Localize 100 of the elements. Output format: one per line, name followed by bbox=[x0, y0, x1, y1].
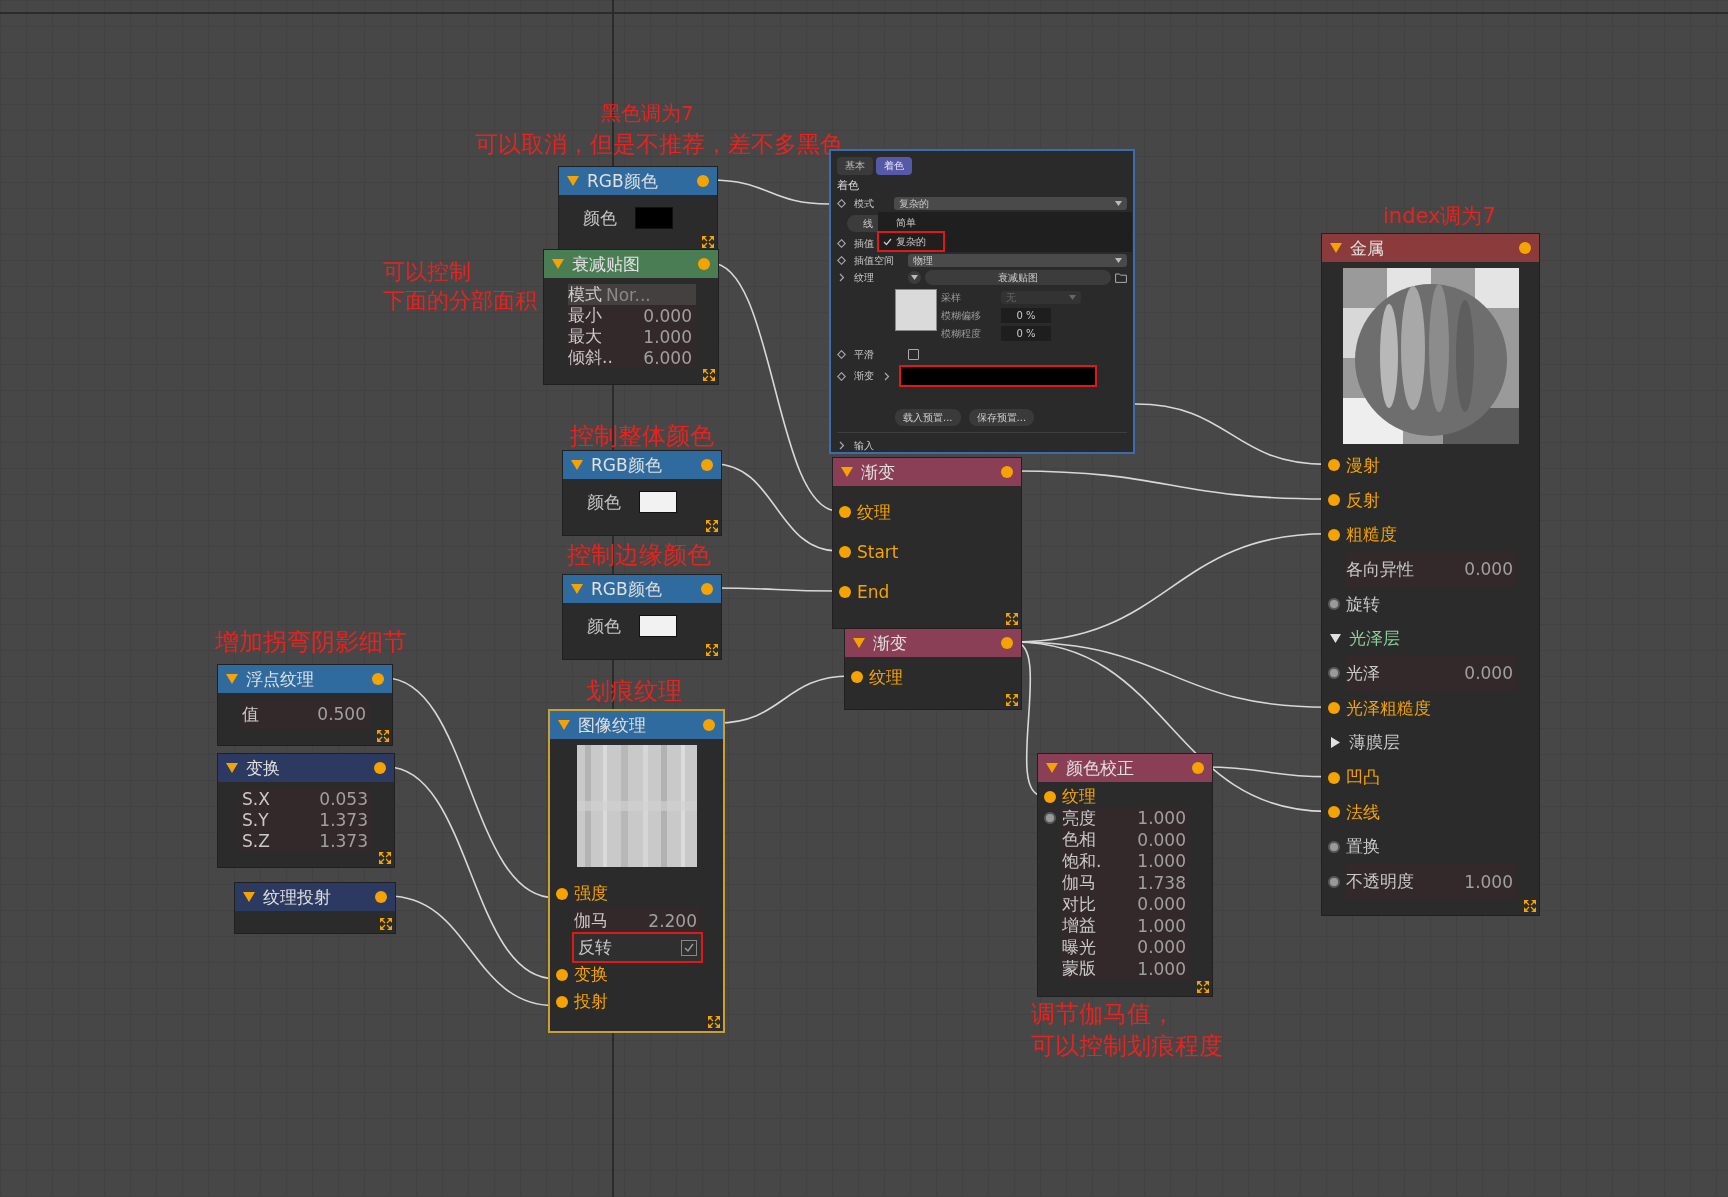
folder-icon[interactable] bbox=[1115, 272, 1127, 283]
collapse-triangle-icon[interactable] bbox=[571, 460, 583, 470]
node-header[interactable]: 图像纹理 bbox=[550, 711, 723, 739]
node-header[interactable]: 渐变 bbox=[845, 629, 1021, 657]
value-field[interactable]: 最小 0.000 bbox=[568, 305, 696, 326]
resize-icon[interactable] bbox=[703, 369, 715, 381]
panel-tab[interactable]: 着色 bbox=[876, 157, 912, 175]
output-port[interactable] bbox=[703, 719, 715, 731]
value-field[interactable]: 值 0.500 bbox=[242, 699, 370, 729]
value-field[interactable]: 倾斜.. 6.000 bbox=[568, 347, 696, 368]
resize-icon[interactable] bbox=[1006, 694, 1018, 706]
value-field[interactable]: S.X 0.053 bbox=[242, 788, 372, 809]
chevron-right-icon[interactable] bbox=[882, 371, 891, 381]
node-header[interactable]: 颜色校正 bbox=[1038, 754, 1212, 782]
preset-button[interactable]: 保存预置... bbox=[968, 409, 1035, 426]
output-port[interactable] bbox=[701, 583, 713, 595]
section-label[interactable]: 输入 bbox=[854, 438, 904, 453]
collapse-triangle-icon[interactable] bbox=[243, 892, 255, 902]
resize-icon[interactable] bbox=[706, 520, 718, 532]
resize-icon[interactable] bbox=[708, 1016, 720, 1028]
value-field[interactable]: 色相 0.000 bbox=[1062, 829, 1190, 851]
input-port[interactable] bbox=[1328, 459, 1340, 472]
diamond-icon[interactable] bbox=[837, 371, 846, 381]
color-swatch[interactable] bbox=[635, 207, 673, 229]
value-field[interactable]: S.Y 1.373 bbox=[242, 809, 372, 830]
node-card[interactable]: 浮点纹理 值 0.500 bbox=[217, 664, 393, 746]
input-port[interactable] bbox=[839, 506, 851, 518]
resize-icon[interactable] bbox=[1197, 980, 1209, 993]
value-field[interactable]: 各向异性 0.000 bbox=[1346, 552, 1517, 587]
resize-icon[interactable] bbox=[702, 236, 714, 248]
node-card[interactable]: 渐变 纹理 bbox=[844, 628, 1022, 710]
diamond-icon[interactable] bbox=[837, 199, 846, 208]
collapse-triangle-icon[interactable] bbox=[853, 638, 865, 648]
output-port[interactable] bbox=[375, 891, 387, 903]
value-field[interactable]: 光泽 0.000 bbox=[1346, 656, 1517, 691]
value-field[interactable]: 曝光 0.000 bbox=[1062, 936, 1190, 958]
node-card[interactable]: 衰减贴图 模式 Nor... 最小 0.000 最大 1.000 倾斜.. 6.000 bbox=[543, 249, 719, 385]
input-port[interactable] bbox=[1328, 667, 1340, 680]
color-swatch[interactable] bbox=[639, 491, 677, 513]
node-header[interactable]: 浮点纹理 bbox=[218, 665, 392, 693]
node-card[interactable]: 变换 S.X 0.053 S.Y 1.373 S.Z 1.373 bbox=[217, 753, 395, 868]
number-field[interactable]: 0 % bbox=[1001, 308, 1051, 323]
value-field[interactable]: 饱和. 1.000 bbox=[1062, 850, 1190, 872]
node-card[interactable]: 纹理投射 bbox=[234, 882, 396, 934]
checkbox[interactable] bbox=[908, 349, 919, 360]
value-field[interactable]: 伽马 1.738 bbox=[1062, 872, 1190, 894]
resize-icon[interactable] bbox=[377, 730, 389, 742]
value-field[interactable]: 增益 1.000 bbox=[1062, 915, 1190, 937]
output-port[interactable] bbox=[1001, 637, 1013, 649]
collapse-triangle-icon[interactable] bbox=[571, 584, 583, 594]
input-port[interactable] bbox=[556, 995, 568, 1008]
input-port[interactable] bbox=[1328, 702, 1340, 715]
input-port[interactable] bbox=[1044, 812, 1056, 825]
preset-button[interactable]: 载入预置... bbox=[895, 409, 961, 426]
collapse-triangle-icon[interactable] bbox=[226, 674, 238, 684]
value-field[interactable]: S.Z 1.373 bbox=[242, 830, 372, 851]
diamond-icon[interactable] bbox=[837, 350, 846, 359]
output-port[interactable] bbox=[697, 175, 709, 187]
output-port[interactable] bbox=[1192, 762, 1204, 774]
input-port[interactable] bbox=[556, 968, 568, 981]
node-header[interactable]: RGB颜色 bbox=[563, 575, 721, 603]
output-port[interactable] bbox=[701, 459, 713, 471]
collapse-triangle-icon[interactable] bbox=[558, 720, 570, 730]
mode-dropdown[interactable]: 复杂的 bbox=[894, 197, 1127, 210]
output-port[interactable] bbox=[374, 762, 386, 774]
texture-button[interactable]: 衰减贴图 bbox=[925, 270, 1111, 285]
resize-icon[interactable] bbox=[1006, 613, 1018, 625]
input-port[interactable] bbox=[1328, 528, 1340, 541]
number-field[interactable]: 0 % bbox=[1001, 326, 1051, 341]
checkbox[interactable] bbox=[681, 939, 697, 956]
input-port[interactable] bbox=[851, 671, 863, 683]
value-field[interactable]: 最大 1.000 bbox=[568, 326, 696, 347]
value-field[interactable]: 亮度 1.000 bbox=[1062, 807, 1190, 829]
input-port[interactable] bbox=[839, 586, 851, 598]
node-header[interactable]: RGB颜色 bbox=[563, 451, 721, 479]
node-card[interactable]: 颜色校正 纹理 亮度 1.000 色相 0.000 饱和. 1.000 伽马 1.738 对比 0.000 增益 1.000 曝光 0.000 蒙版 1.000 bbox=[1037, 753, 1213, 997]
input-port[interactable] bbox=[1044, 790, 1056, 803]
node-header[interactable]: RGB颜色 bbox=[559, 167, 717, 195]
resize-icon[interactable] bbox=[380, 918, 392, 930]
collapse-triangle-icon[interactable] bbox=[1330, 243, 1342, 253]
output-port[interactable] bbox=[372, 673, 384, 685]
color-swatch[interactable] bbox=[639, 615, 677, 637]
resize-icon[interactable] bbox=[379, 852, 391, 864]
chevron-right-icon[interactable] bbox=[837, 441, 846, 450]
chevron-right-icon[interactable] bbox=[837, 273, 846, 282]
menu-item[interactable]: 复杂的 bbox=[878, 232, 944, 251]
node-card[interactable]: 图像纹理 强度 伽马 2.200 反转 变换 投射 bbox=[548, 709, 725, 1033]
output-port[interactable] bbox=[1001, 466, 1013, 478]
node-card[interactable]: RGB颜色 颜色 bbox=[558, 166, 718, 252]
collapse-triangle-icon[interactable] bbox=[1046, 763, 1058, 773]
panel-tab[interactable]: 基本 bbox=[837, 157, 873, 175]
value-field[interactable]: 不透明度 1.000 bbox=[1346, 864, 1517, 899]
input-port[interactable] bbox=[1328, 771, 1340, 784]
node-header[interactable]: 渐变 bbox=[833, 458, 1021, 486]
input-port[interactable] bbox=[1328, 806, 1340, 819]
node-header[interactable]: 金属 bbox=[1322, 234, 1539, 262]
input-port[interactable] bbox=[556, 887, 568, 900]
resize-icon[interactable] bbox=[706, 644, 718, 656]
mode-dropdown[interactable]: 模式 Nor... bbox=[568, 284, 696, 305]
node-header[interactable]: 变换 bbox=[218, 754, 394, 782]
